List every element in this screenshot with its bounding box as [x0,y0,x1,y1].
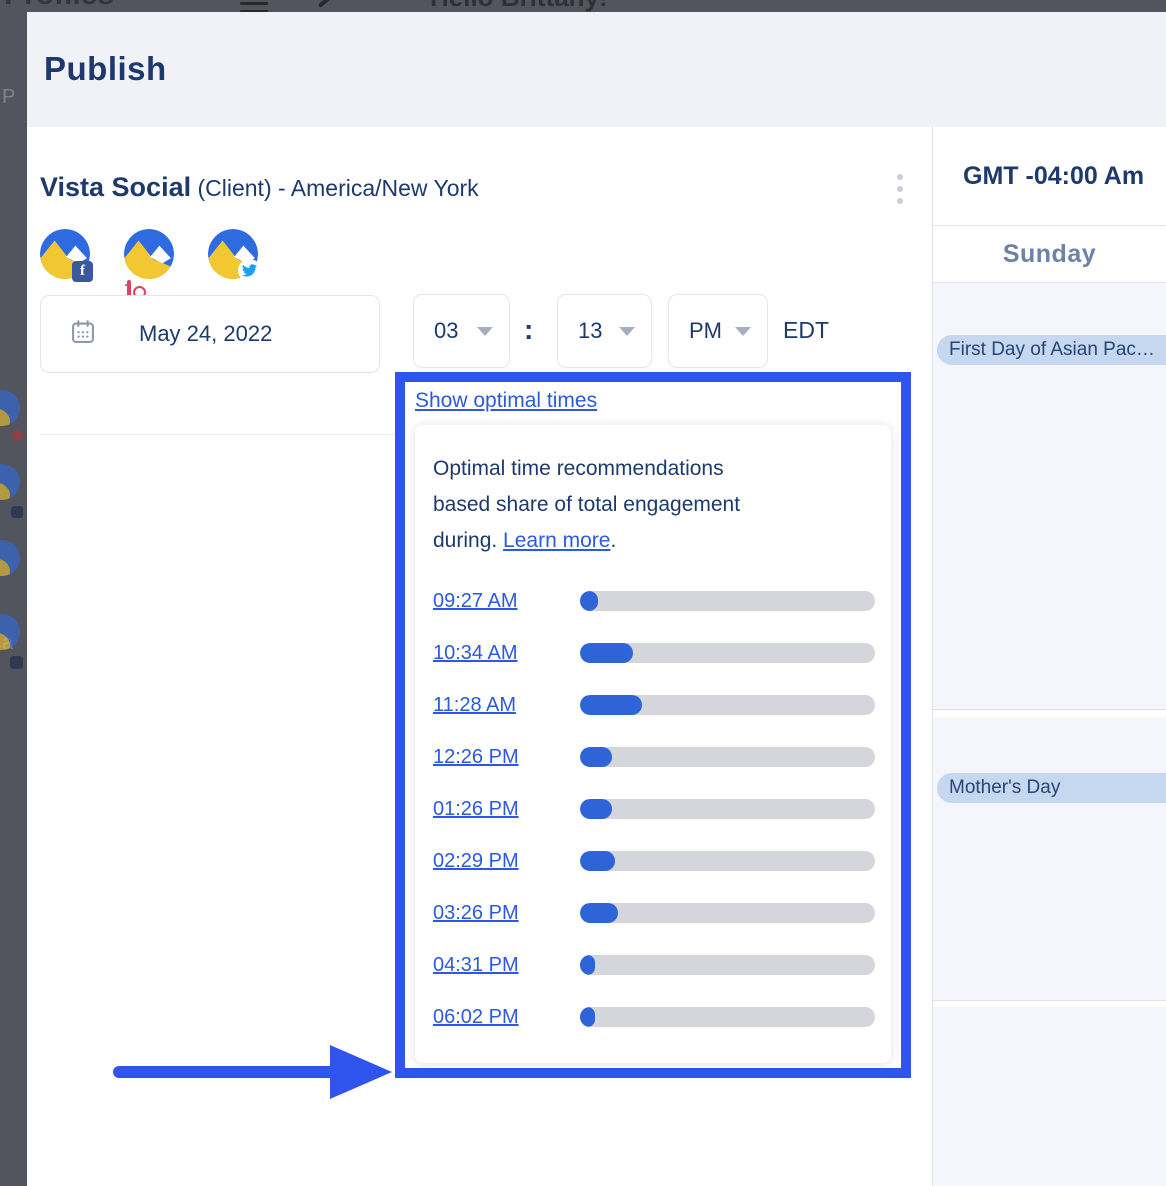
learn-more-link[interactable]: Learn more [503,529,610,552]
optimal-times-card: Optimal time recommendations based share… [415,425,891,1063]
backdrop-badge-fragment [12,430,23,441]
optimal-time-link[interactable]: 03:26 PM [433,902,580,925]
profile-avatar-twitter[interactable] [208,229,258,279]
engagement-bar [580,695,875,715]
menu-icon [240,0,268,12]
engagement-bar [580,1007,875,1027]
backdrop-letter-p: P [2,86,15,109]
optimal-time-row: 02:29 PM [433,835,875,887]
optimal-times-description: Optimal time recommendations based share… [433,451,785,559]
backdrop-greeting: Hello Brittany! [430,0,608,12]
annotation-arrow [113,1066,335,1078]
backdrop-avatar-fragment [0,464,20,500]
chevron-down-icon [477,327,493,336]
minute-select[interactable]: 13 [557,294,652,368]
engagement-bar [580,591,875,611]
optimal-time-link[interactable]: 01:26 PM [433,798,580,821]
annotation-arrow-head [330,1045,392,1099]
backdrop-avatar-fragment [0,540,20,576]
chevron-down-icon [735,327,751,336]
engagement-bar [580,955,875,975]
optimal-time-row: 10:34 AM [433,627,875,679]
optimal-time-row: 03:26 PM [433,887,875,939]
hour-select[interactable]: 03 [413,294,510,368]
engagement-bar [580,851,875,871]
publish-screen: Profiles Hello Brittany! P a Publish Vis… [0,0,1166,1186]
engagement-bar [580,643,875,663]
calendar-day-header: Sunday [933,225,1166,283]
engagement-bar [580,799,875,819]
event-title: First Day of Asian Pac… [949,339,1155,361]
calendar-event[interactable]: Mother's Day [937,773,1166,803]
backdrop-avatar-fragment [0,390,20,426]
date-picker[interactable]: May 24, 2022 [40,295,380,373]
backdrop-avatar-fragment [0,614,20,650]
backdrop-top-strip: Profiles Hello Brittany! [0,0,1166,12]
timezone-label: EDT [783,317,829,344]
optimal-time-row: 04:31 PM [433,939,875,991]
calendar-cell[interactable]: First Day of Asian Pac… [933,283,1166,710]
optimal-time-link[interactable]: 09:27 AM [433,590,580,613]
date-value: May 24, 2022 [139,321,272,347]
backdrop-badge-fragment [11,506,23,518]
optimal-time-link[interactable]: 11:28 AM [433,694,580,717]
twitter-icon [238,259,261,282]
optimal-time-row: 06:02 PM [433,991,875,1043]
pencil-icon [318,0,340,8]
optimal-time-link[interactable]: 02:29 PM [433,850,580,873]
optimal-time-link[interactable]: 10:34 AM [433,642,580,665]
optimal-time-link[interactable]: 06:02 PM [433,1006,580,1029]
profile-group-name: Vista Social [40,172,191,202]
modal-header: Publish [27,12,1166,127]
profile-avatar-instagram[interactable] [124,229,174,279]
engagement-bar [580,747,875,767]
meridiem-value: PM [689,318,722,344]
optimal-time-row: 09:27 AM [433,575,875,627]
profile-avatar-facebook[interactable]: f [40,229,90,279]
backdrop-left-strip: P a [0,12,27,1186]
meridiem-select[interactable]: PM [668,294,768,368]
calendar-icon [69,318,97,351]
profile-group-detail: (Client) - America/New York [191,175,479,201]
profile-group-title: Vista Social (Client) - America/New York [40,172,479,203]
event-title: Mother's Day [949,777,1060,799]
optimal-time-row: 01:26 PM [433,783,875,835]
optimal-time-row: 11:28 AM [433,679,875,731]
optimal-time-link[interactable]: 04:31 PM [433,954,580,977]
time-colon: : [524,314,533,346]
optimal-time-row: 12:26 PM [433,731,875,783]
optimal-time-link[interactable]: 12:26 PM [433,746,580,769]
page-title: Publish [44,50,167,88]
backdrop-badge-fragment [10,656,23,669]
calendar-cell[interactable]: Mother's Day [933,717,1166,1001]
hour-value: 03 [434,318,458,344]
vista-social-logo-icon [124,229,174,279]
timezone-header-text: GMT -04:00 Am [963,162,1144,191]
minute-value: 13 [578,318,602,344]
optimal-times-list: 09:27 AM 10:34 AM 11:28 AM 12:26 PM 01:2… [433,575,875,1043]
calendar-event[interactable]: First Day of Asian Pac… [937,335,1166,365]
calendar-timezone-header: GMT -04:00 Am [933,127,1166,225]
optimal-times-popup: Show optimal times Optimal time recommen… [395,372,911,1078]
engagement-bar [580,903,875,923]
facebook-icon: f [72,261,93,282]
backdrop-profiles-label: Profiles [4,0,114,12]
more-options-button[interactable] [893,174,907,210]
calendar-cell[interactable]: 9:27p If you're looki [933,1007,1166,1186]
show-optimal-times-link[interactable]: Show optimal times [415,388,597,414]
optimal-description-period: . [610,529,616,552]
day-header-text: Sunday [1003,240,1096,269]
chevron-down-icon [619,327,635,336]
